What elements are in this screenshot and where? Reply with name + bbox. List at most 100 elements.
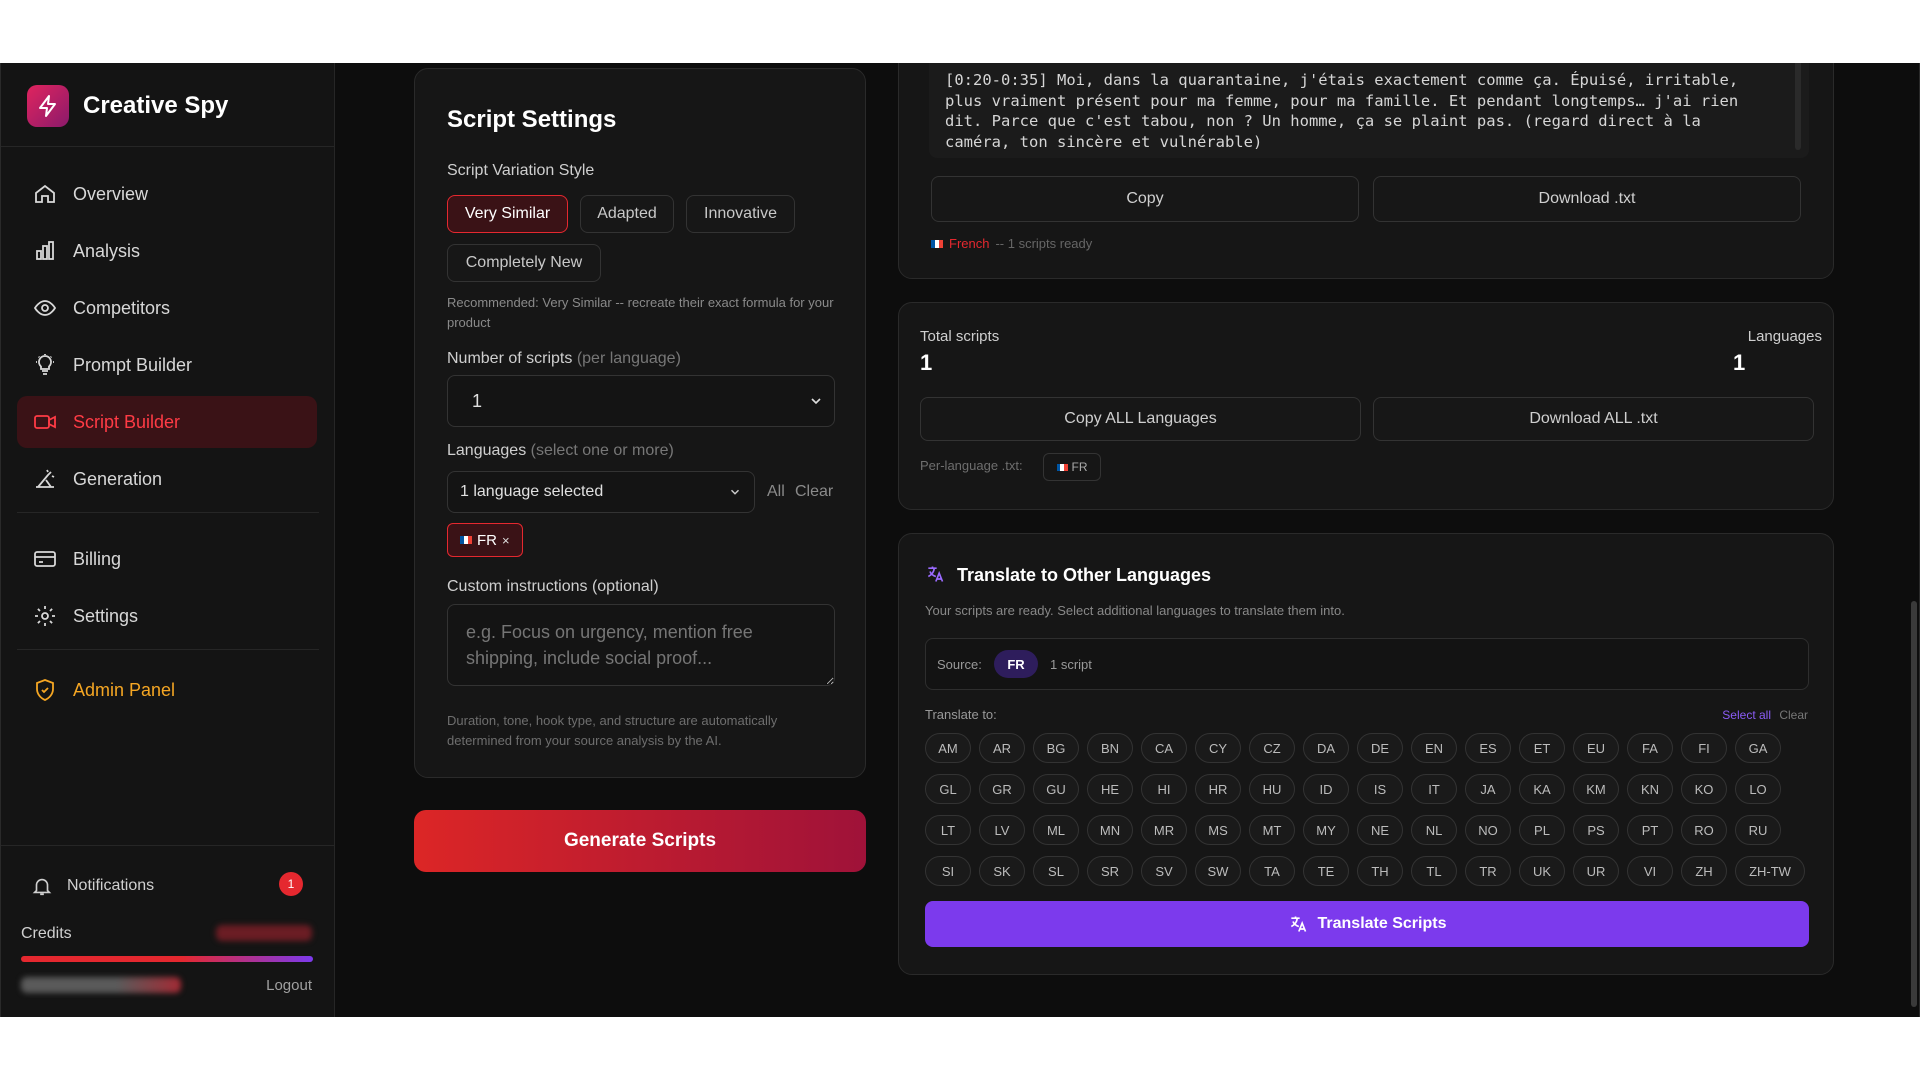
language-option-es[interactable]: ES [1465, 733, 1511, 763]
language-option-pt[interactable]: PT [1627, 815, 1673, 845]
language-option-bg[interactable]: BG [1033, 733, 1079, 763]
language-option-ms[interactable]: MS [1195, 815, 1241, 845]
download-txt-button[interactable]: Download .txt [1373, 176, 1801, 222]
language-option-vi[interactable]: VI [1627, 856, 1673, 886]
nav-item-script-builder[interactable]: Script Builder [17, 396, 317, 448]
nav-item-prompt-builder[interactable]: Prompt Builder [17, 339, 317, 391]
language-option-ur[interactable]: UR [1573, 856, 1619, 886]
language-option-ko[interactable]: KO [1681, 774, 1727, 804]
language-option-ta[interactable]: TA [1249, 856, 1295, 886]
language-option-nl[interactable]: NL [1411, 815, 1457, 845]
scrollbar[interactable] [1795, 63, 1801, 150]
language-option-mt[interactable]: MT [1249, 815, 1295, 845]
language-option-lv[interactable]: LV [979, 815, 1025, 845]
copy-script-button[interactable]: Copy [931, 176, 1359, 222]
variation-completely-new-button[interactable]: Completely New [447, 244, 601, 282]
language-option-no[interactable]: NO [1465, 815, 1511, 845]
language-option-ca[interactable]: CA [1141, 733, 1187, 763]
language-option-te[interactable]: TE [1303, 856, 1349, 886]
language-option-tl[interactable]: TL [1411, 856, 1457, 886]
translate-scripts-button[interactable]: Translate Scripts [925, 901, 1809, 947]
languages-all-button[interactable]: All [767, 483, 785, 501]
custom-instructions-textarea[interactable] [447, 604, 835, 686]
language-option-ml[interactable]: ML [1033, 815, 1079, 845]
language-option-gr[interactable]: GR [979, 774, 1025, 804]
download-all-txt-button[interactable]: Download ALL .txt [1373, 397, 1814, 441]
language-option-is[interactable]: IS [1357, 774, 1403, 804]
per-language-fr-download[interactable]: FR [1043, 453, 1101, 481]
language-option-zh-tw[interactable]: ZH-TW [1735, 856, 1805, 886]
language-option-de[interactable]: DE [1357, 733, 1403, 763]
languages-clear-button[interactable]: Clear [795, 483, 833, 501]
language-option-hi[interactable]: HI [1141, 774, 1187, 804]
language-option-si[interactable]: SI [925, 856, 971, 886]
copy-all-languages-button[interactable]: Copy ALL Languages [920, 397, 1361, 441]
language-option-ka[interactable]: KA [1519, 774, 1565, 804]
language-option-sl[interactable]: SL [1033, 856, 1079, 886]
language-option-uk[interactable]: UK [1519, 856, 1565, 886]
language-option-he[interactable]: HE [1087, 774, 1133, 804]
language-option-th[interactable]: TH [1357, 856, 1403, 886]
language-option-ar[interactable]: AR [979, 733, 1025, 763]
language-option-et[interactable]: ET [1519, 733, 1565, 763]
language-option-sk[interactable]: SK [979, 856, 1025, 886]
language-option-ru[interactable]: RU [1735, 815, 1781, 845]
nav-item-overview[interactable]: Overview [17, 168, 317, 220]
language-option-zh[interactable]: ZH [1681, 856, 1727, 886]
language-option-hu[interactable]: HU [1249, 774, 1295, 804]
language-option-ga[interactable]: GA [1735, 733, 1781, 763]
nav-item-billing[interactable]: Billing [17, 533, 317, 585]
generate-scripts-button[interactable]: Generate Scripts [414, 810, 866, 872]
variation-very-similar-button[interactable]: Very Similar [447, 195, 568, 233]
language-option-gl[interactable]: GL [925, 774, 971, 804]
language-option-da[interactable]: DA [1303, 733, 1349, 763]
language-option-ja[interactable]: JA [1465, 774, 1511, 804]
language-option-lo[interactable]: LO [1735, 774, 1781, 804]
language-option-ne[interactable]: NE [1357, 815, 1403, 845]
language-option-pl[interactable]: PL [1519, 815, 1565, 845]
language-option-mr[interactable]: MR [1141, 815, 1187, 845]
num-scripts-hint: (per language) [576, 350, 681, 367]
language-option-am[interactable]: AM [925, 733, 971, 763]
remove-chip-icon[interactable]: × [502, 533, 510, 548]
nav-item-competitors[interactable]: Competitors [17, 282, 317, 334]
language-option-hr[interactable]: HR [1195, 774, 1241, 804]
nav-item-admin-panel[interactable]: Admin Panel [17, 664, 317, 716]
language-option-fa[interactable]: FA [1627, 733, 1673, 763]
language-option-fi[interactable]: FI [1681, 733, 1727, 763]
variation-adapted-button[interactable]: Adapted [580, 195, 674, 233]
language-option-it[interactable]: IT [1411, 774, 1457, 804]
select-all-languages-button[interactable]: Select all [1722, 708, 1771, 722]
clear-languages-button[interactable]: Clear [1779, 708, 1808, 722]
language-option-eu[interactable]: EU [1573, 733, 1619, 763]
language-option-cy[interactable]: CY [1195, 733, 1241, 763]
languages-select[interactable]: 1 language selected [447, 471, 755, 513]
notifications-button[interactable]: Notifications 1 [31, 872, 303, 897]
language-option-en[interactable]: EN [1411, 733, 1457, 763]
language-option-my[interactable]: MY [1303, 815, 1349, 845]
nav-item-analysis[interactable]: Analysis [17, 225, 317, 277]
selected-language-chip[interactable]: FR × [447, 523, 523, 557]
page-scrollbar[interactable] [1911, 601, 1917, 1007]
language-option-ps[interactable]: PS [1573, 815, 1619, 845]
num-scripts-select[interactable]: 1 [447, 375, 835, 427]
nav-item-generation[interactable]: Generation [17, 453, 317, 505]
language-option-km[interactable]: KM [1573, 774, 1619, 804]
language-option-kn[interactable]: KN [1627, 774, 1673, 804]
language-option-sv[interactable]: SV [1141, 856, 1187, 886]
language-option-ro[interactable]: RO [1681, 815, 1727, 845]
language-option-bn[interactable]: BN [1087, 733, 1133, 763]
script-text-area[interactable]: [0:20-0:35] Moi, dans la quarantaine, j'… [929, 63, 1809, 158]
language-option-id[interactable]: ID [1303, 774, 1349, 804]
language-option-gu[interactable]: GU [1033, 774, 1079, 804]
language-option-sw[interactable]: SW [1195, 856, 1241, 886]
language-option-sr[interactable]: SR [1087, 856, 1133, 886]
language-option-mn[interactable]: MN [1087, 815, 1133, 845]
language-option-lt[interactable]: LT [925, 815, 971, 845]
language-option-cz[interactable]: CZ [1249, 733, 1295, 763]
variation-innovative-button[interactable]: Innovative [686, 195, 795, 233]
logout-button[interactable]: Logout [266, 977, 312, 994]
brand[interactable]: Creative Spy [27, 85, 228, 127]
language-option-tr[interactable]: TR [1465, 856, 1511, 886]
nav-item-settings[interactable]: Settings [17, 590, 317, 642]
